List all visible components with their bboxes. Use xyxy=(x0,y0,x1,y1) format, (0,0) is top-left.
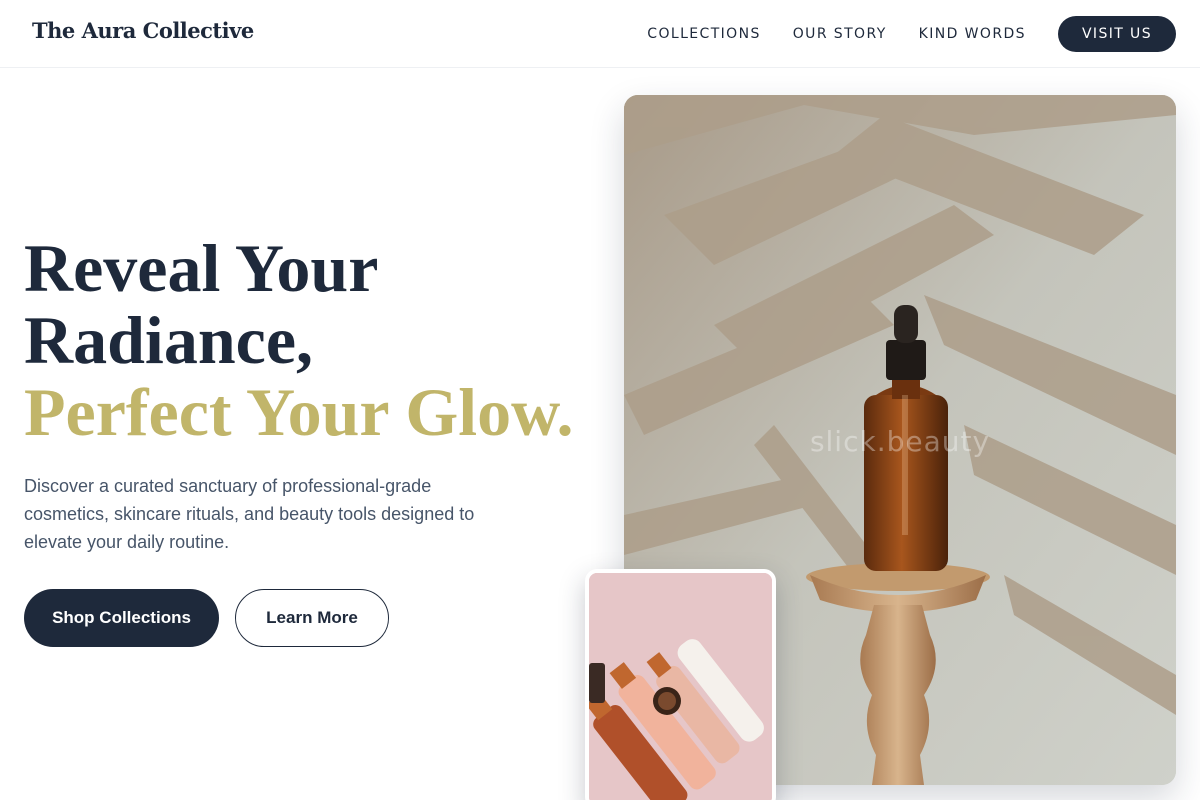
hero-title-line-1: Reveal Your xyxy=(24,230,379,306)
hero-title-line-2: Radiance, xyxy=(24,302,313,378)
nav-kind-words[interactable]: KIND WORDS xyxy=(919,16,1026,52)
hero-description: Discover a curated sanctuary of professi… xyxy=(24,476,475,552)
hero-title-accent: Perfect Your Glow. xyxy=(24,374,574,450)
cosmetics-flatlay-photo xyxy=(589,573,772,800)
shop-collections-button[interactable]: Shop Collections xyxy=(24,589,219,647)
nav-collections[interactable]: COLLECTIONS xyxy=(647,16,760,52)
hero-title: Reveal Your Radiance, Perfect Your Glow. xyxy=(24,232,574,448)
main-nav: COLLECTIONS OUR STORY KIND WORDS VISIT U… xyxy=(615,16,1176,52)
hero-secondary-image xyxy=(585,569,776,800)
site-header: The Aura Collective COLLECTIONS OUR STOR… xyxy=(0,0,1200,68)
nav-our-story[interactable]: OUR STORY xyxy=(793,16,887,52)
learn-more-button[interactable]: Learn More xyxy=(235,589,389,647)
brand-logo[interactable]: The Aura Collective xyxy=(32,18,254,43)
photo-watermark: slick.beauty xyxy=(809,425,991,458)
visit-us-button[interactable]: VISIT US xyxy=(1057,16,1176,52)
